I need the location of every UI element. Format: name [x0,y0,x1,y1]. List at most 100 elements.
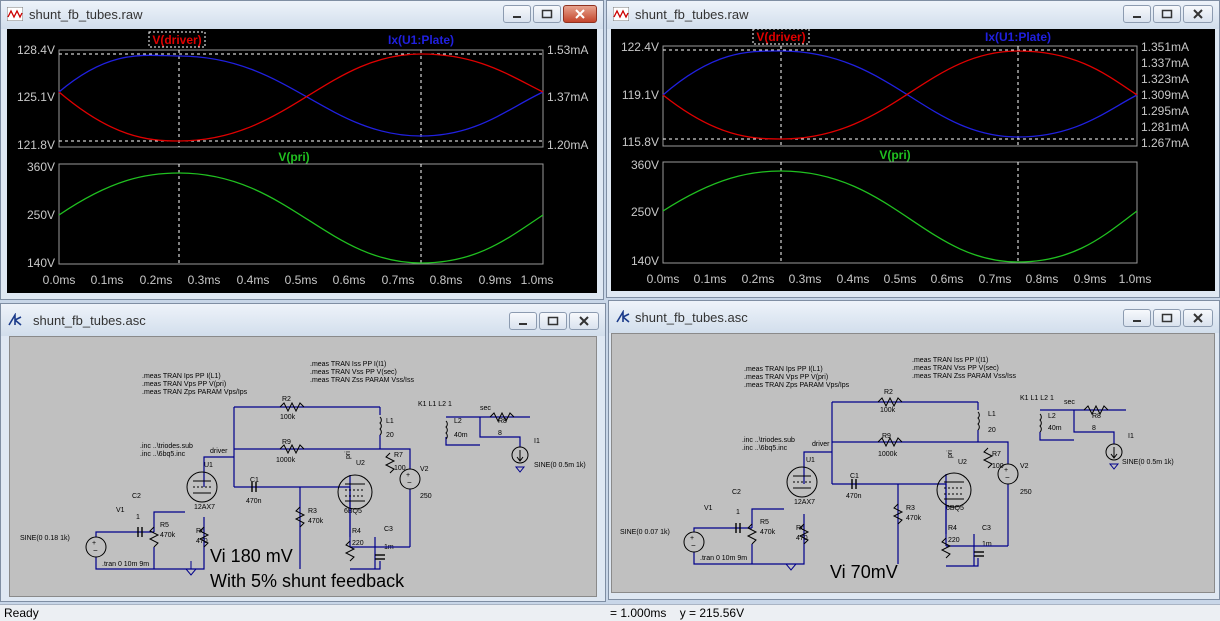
l1-inductor[interactable] [977,411,980,431]
i1-label[interactable]: I1 [534,438,540,445]
c1-value[interactable]: 470n [846,493,862,500]
i1-value[interactable]: SINE(0 0.5m 1k) [534,462,586,469]
close-button[interactable] [563,5,597,23]
r2-value[interactable]: 100k [280,414,296,421]
l1-label[interactable]: L1 [988,411,996,418]
r4-label[interactable]: R4 [948,525,957,532]
title-bar[interactable]: shunt_fb_tubes.asc [1,304,605,336]
title-bar[interactable]: shunt_fb_tubes.raw [1,1,603,29]
inc-directive[interactable]: .inc ..\triodes.sub [742,437,795,444]
title-bar[interactable]: shunt_fb_tubes.raw [607,1,1219,29]
u1-label[interactable]: U1 [806,457,815,464]
net-label-sec[interactable]: sec [480,405,491,412]
r2-value[interactable]: 100k [880,407,896,414]
trace-label-driver[interactable]: V(driver) [152,33,201,47]
waveform-window-right[interactable]: shunt_fb_tubes.raw V(driver) Ix(U1:Plate… [606,0,1220,298]
c3-label[interactable]: C3 [982,525,991,532]
l1-value[interactable]: 20 [386,432,394,439]
minimize-button[interactable] [1123,309,1151,327]
l2-value[interactable]: 40m [1048,425,1062,432]
u1-label[interactable]: U1 [204,462,213,469]
meas-directive[interactable]: .meas TRAN Ips PP I(L1) [744,366,823,373]
i1-value[interactable]: SINE(0 0.5m 1k) [1122,459,1174,466]
r7-label[interactable]: R7 [394,452,403,459]
r7-resistor[interactable] [384,452,396,474]
meas-directive[interactable]: .meas TRAN Zps PARAM Vps/Ips [744,382,850,389]
c2-label[interactable]: C2 [732,489,741,496]
waveform-window-left[interactable]: shunt_fb_tubes.raw V(driver) Ix(U1:Plate… [0,0,604,300]
u2-label[interactable]: U2 [958,459,967,466]
inc-directive[interactable]: .inc ..\6bq5.inc [140,451,186,458]
meas-directive[interactable]: .meas TRAN Vps PP V(pri) [142,381,226,388]
r2-label[interactable]: R2 [282,396,291,403]
r7-label[interactable]: R7 [992,451,1001,458]
schematic-window-left[interactable]: shunt_fb_tubes.asc .meas TRAN Ips PP I(L… [0,303,606,602]
net-label-driver[interactable]: driver [210,448,228,455]
u1-value[interactable]: 12AX7 [194,504,215,511]
i1-label[interactable]: I1 [1128,433,1134,440]
tran-directive[interactable]: .tran 0 10m 9m [700,555,747,562]
plot-area[interactable]: V(driver) Ix(U1:Plate) 122.4V 119.1V 115… [611,28,1215,291]
trace-label-driver[interactable]: V(driver) [756,30,805,44]
v2-value[interactable]: 250 [1020,489,1032,496]
annotation-feedback[interactable]: With 5% shunt feedback [210,571,405,591]
u1-triode-tube[interactable] [186,471,218,503]
r7-resistor[interactable] [982,447,994,469]
l2-value[interactable]: 40m [454,432,468,439]
net-label-pri[interactable]: pri [947,450,954,458]
meas-directive[interactable]: .meas TRAN Iss PP I(I1) [912,357,988,364]
meas-directive[interactable]: .meas TRAN Zps PARAM Vps/Ips [142,389,248,396]
maximize-button[interactable] [533,5,561,23]
r8-value[interactable]: 8 [1092,425,1096,432]
schematic-window-right[interactable]: shunt_fb_tubes.asc .meas TRAN Ips PP I(L… [608,300,1220,600]
l1-value[interactable]: 20 [988,427,996,434]
v2-voltage-source[interactable]: +− [399,468,421,490]
meas-directive[interactable]: .meas TRAN Vss PP V(sec) [912,365,999,372]
r2-label[interactable]: R2 [884,389,893,396]
v1-label[interactable]: V1 [704,505,713,512]
c2-label[interactable]: C2 [132,493,141,500]
r3-label[interactable]: R3 [906,505,915,512]
coupling-directive[interactable]: K1 L1 L2 1 [1020,395,1054,402]
u2-pentode-tube[interactable] [337,474,373,510]
trace-label-plate[interactable]: Ix(U1:Plate) [388,33,454,47]
r4-label[interactable]: R4 [352,528,361,535]
title-bar[interactable]: shunt_fb_tubes.asc [609,301,1219,333]
r8-value[interactable]: 8 [498,430,502,437]
l2-inductor[interactable] [445,420,448,440]
r5-value[interactable]: 470k [760,529,776,536]
meas-directive[interactable]: .meas TRAN Zss PARAM Vss/Iss [912,373,1016,380]
inc-directive[interactable]: .inc ..\6bq5.inc [742,445,788,452]
meas-directive[interactable]: .meas TRAN Iss PP I(I1) [310,361,386,368]
annotation-vi[interactable]: Vi 70mV [830,562,898,582]
tran-directive[interactable]: .tran 0 10m 9m [102,561,149,568]
inc-directive[interactable]: .inc ..\triodes.sub [140,443,193,450]
v1-value[interactable]: SINE(0 0.07 1k) [620,529,670,536]
v2-value[interactable]: 250 [420,493,432,500]
net-label-sec[interactable]: sec [1064,399,1075,406]
close-button[interactable] [1183,309,1213,327]
c3-value[interactable]: 1m [982,541,992,548]
meas-directive[interactable]: .meas TRAN Vss PP V(sec) [310,369,397,376]
minimize-button[interactable] [509,312,537,330]
r3-label[interactable]: R3 [308,508,317,515]
minimize-button[interactable] [1123,5,1151,23]
meas-directive[interactable]: .meas TRAN Zss PARAM Vss/Iss [310,377,414,384]
r5-value[interactable]: 470k [160,532,176,539]
maximize-button[interactable] [1153,5,1181,23]
c3-capacitor[interactable] [375,554,385,560]
v2-voltage-source[interactable]: +− [997,463,1019,485]
r4-value[interactable]: 220 [948,537,960,544]
l1-inductor[interactable] [379,416,382,436]
u2-pentode-tube[interactable] [936,472,972,508]
v1-value[interactable]: SINE(0 0.18 1k) [20,535,70,542]
schematic-canvas[interactable]: .meas TRAN Ips PP I(L1) .meas TRAN Vps P… [9,336,597,597]
l2-inductor[interactable] [1039,413,1042,433]
plot-area[interactable]: V(driver) Ix(U1:Plate) 128.4V 125.1V 121… [7,29,597,293]
schematic-canvas[interactable]: .meas TRAN Ips PP I(L1) .meas TRAN Vps P… [611,333,1215,593]
i1-current-source[interactable] [511,446,529,464]
v1-voltage-source[interactable]: +− [85,536,107,558]
r5-label[interactable]: R5 [760,519,769,526]
r3-value[interactable]: 470k [906,515,922,522]
u1-triode-tube[interactable] [786,466,818,498]
